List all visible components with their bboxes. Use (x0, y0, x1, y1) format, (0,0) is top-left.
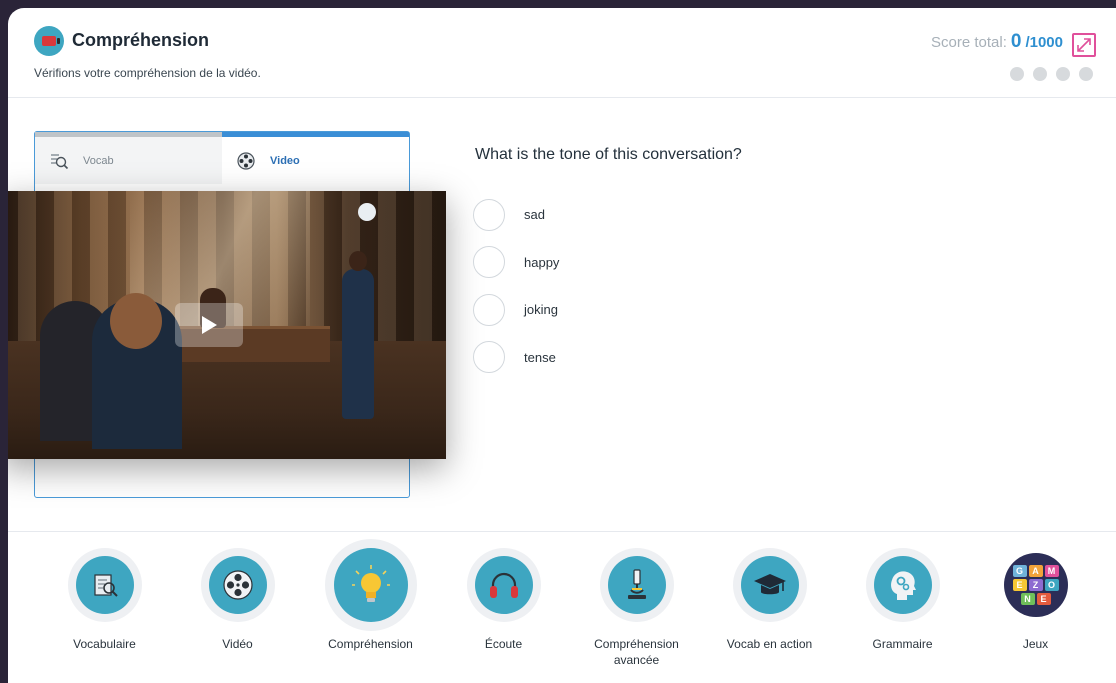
score-value: 0 (1010, 31, 1022, 52)
question-text: What is the tone of this conversation? (475, 146, 742, 163)
score-label: Score total: (931, 34, 1007, 51)
magnifier-doc-icon (49, 151, 69, 171)
answer-option[interactable]: tense (473, 334, 559, 382)
answer-label: sad (524, 207, 545, 223)
nav-label: Vocab en action (726, 637, 813, 651)
play-button[interactable] (175, 303, 243, 347)
score-max: /1000 (1025, 34, 1063, 51)
nav-label: Compréhension (328, 637, 413, 651)
tab-video-label: Video (270, 154, 300, 167)
page-title: Compréhension (72, 30, 210, 50)
progress-dot[interactable] (1079, 67, 1093, 81)
graduation-cap-icon (740, 556, 799, 614)
nav-label: Jeux (1022, 637, 1049, 651)
game-zone-letter: Z (1028, 579, 1043, 591)
play-icon (202, 316, 217, 334)
nav-label: Compréhension avancée (594, 637, 679, 668)
score-display: Score total: 0/1000 (931, 31, 1063, 53)
answer-option[interactable]: joking (473, 286, 559, 334)
microscope-icon (607, 556, 666, 614)
tab-vocab[interactable]: Vocab (35, 132, 222, 184)
nav-item-ecoute[interactable]: Écoute (437, 548, 570, 652)
page-subtitle: Vérifions votre compréhension de la vidé… (34, 66, 261, 80)
film-reel-icon (236, 151, 256, 171)
game-zone-letter: O (1044, 579, 1059, 591)
video-player[interactable] (8, 191, 446, 459)
radio-button[interactable] (473, 341, 505, 374)
answer-label: joking (524, 302, 558, 318)
panel-tabs: Vocab Video (35, 132, 409, 184)
radio-button[interactable] (473, 246, 505, 279)
game-zone-icon: G A M E Z O N E (1003, 553, 1068, 617)
nav-item-grammaire[interactable]: Grammaire (836, 548, 969, 652)
answer-option[interactable]: happy (473, 239, 559, 287)
film-reel-icon (208, 556, 267, 614)
divider (8, 531, 1116, 532)
nav-item-comprehension-avancee[interactable]: Compréhension avancée (570, 548, 703, 668)
answer-label: happy (524, 254, 560, 270)
nav-label: Grammaire (872, 637, 933, 651)
radio-button[interactable] (473, 293, 505, 326)
game-zone-letter: E (1012, 579, 1027, 591)
brain-gears-icon (873, 556, 932, 614)
headphones-icon (474, 556, 533, 614)
game-zone-letter: G (1012, 565, 1027, 577)
radio-button[interactable] (473, 198, 505, 231)
game-zone-letter: M (1044, 565, 1059, 577)
nav-item-vocab-en-action[interactable]: Vocab en action (703, 548, 836, 652)
app-window: Compréhension Vérifions votre compréhens… (8, 8, 1116, 683)
progress-dot[interactable] (1056, 67, 1070, 81)
progress-dot[interactable] (1010, 67, 1024, 81)
progress-dot[interactable] (1033, 67, 1047, 81)
answer-options: sad happy joking tense (473, 191, 559, 381)
nav-label: Vidéo (222, 637, 253, 651)
expand-button[interactable] (1072, 33, 1096, 57)
nav-item-video[interactable]: Vidéo (171, 548, 304, 652)
nav-label: Écoute (484, 637, 523, 651)
nav-label: Vocabulaire (73, 637, 136, 651)
nav-item-jeux[interactable]: G A M E Z O N E Jeux (969, 548, 1102, 652)
vocabulary-icon (75, 556, 134, 614)
answer-option[interactable]: sad (473, 191, 559, 239)
module-header: Compréhension Vérifions votre compréhens… (8, 8, 1116, 98)
expand-icon (1077, 38, 1091, 52)
lightbulb-icon (333, 548, 408, 622)
answer-label: tense (524, 349, 556, 365)
nav-item-vocabulaire[interactable]: Vocabulaire (38, 548, 171, 652)
game-zone-letter: E (1036, 593, 1051, 605)
game-zone-letter: N (1020, 593, 1035, 605)
nav-item-comprehension[interactable]: Compréhension (304, 539, 437, 652)
progress-dots (1010, 67, 1093, 81)
tab-vocab-label: Vocab (83, 154, 114, 167)
tv-icon (34, 26, 64, 56)
tab-video[interactable]: Video (222, 132, 409, 184)
game-zone-letter: A (1028, 565, 1043, 577)
module-nav: Vocabulaire Vidéo Compréhension Écoute C… (38, 539, 1104, 678)
